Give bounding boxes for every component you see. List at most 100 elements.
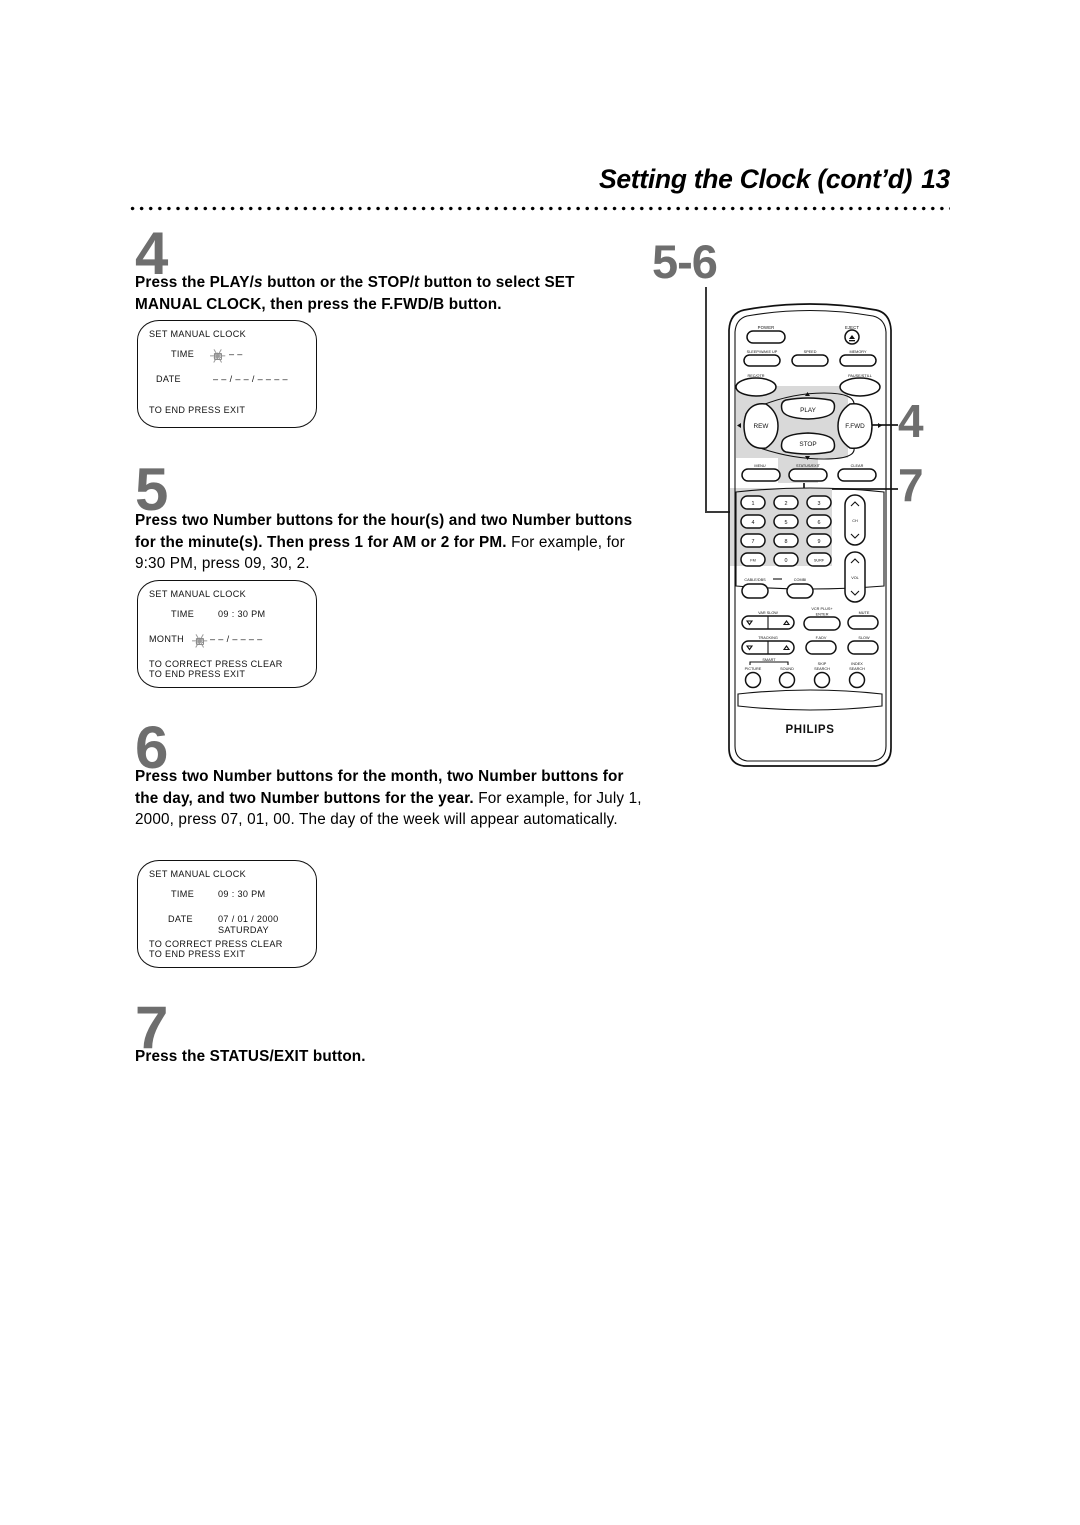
right-arrow-icon	[878, 423, 882, 428]
osd-1-footer: TO END PRESS EXIT	[149, 405, 246, 415]
osd-1-title: SET MANUAL CLOCK	[149, 329, 247, 339]
ffwd-symbol-glyph: B	[433, 295, 445, 313]
bottom-panel	[737, 689, 883, 711]
speed-button[interactable]	[791, 354, 829, 367]
osd-1-time-label: TIME	[171, 349, 195, 359]
keypad-label-2: 2	[785, 501, 788, 507]
osd-3-time-label: TIME	[171, 889, 195, 899]
smart-bracket	[749, 661, 789, 665]
osd-3-title: SET MANUAL CLOCK	[149, 869, 247, 879]
step-4-instruction: Press the PLAY/s button or the STOP/t bu…	[135, 272, 645, 315]
label-stop: STOP	[799, 441, 816, 448]
label-combi: COMBI	[794, 578, 806, 582]
label-index: INDEX	[851, 662, 863, 666]
label-vol: VOL	[851, 576, 859, 580]
step-5-instruction: Press two Number buttons for the hour(s)…	[135, 510, 640, 575]
label-picture: PICTURE	[745, 667, 762, 671]
clear-button[interactable]	[837, 468, 877, 482]
philips-brand-logo: PHILIPS	[786, 724, 835, 736]
osd-2-footer-1: TO CORRECT PRESS CLEAR	[149, 659, 283, 669]
keypad-label-0: 0	[785, 558, 788, 564]
step-4-text-b: button or the STOP/	[262, 274, 415, 291]
label-power: POWER	[758, 325, 775, 330]
keypad-label-9: 9	[818, 539, 821, 545]
osd-3-footer-1: TO CORRECT PRESS CLEAR	[149, 939, 283, 949]
osd-3-date-label: DATE	[168, 914, 193, 924]
page-number: 13	[921, 164, 950, 194]
keypad-label-7: 7	[752, 539, 755, 545]
label-surf: SURF	[814, 559, 825, 563]
combi-button[interactable]	[786, 583, 814, 599]
status-exit-button[interactable]	[788, 468, 828, 482]
label-vcr-plus: VCR PLUS+	[811, 607, 833, 611]
label-ch: CH	[852, 519, 858, 523]
label-sound: SOUND	[780, 667, 794, 671]
step-4-text-d: button.	[444, 295, 502, 313]
page-title: Setting the Clock (cont’d) 13	[599, 164, 950, 195]
page-title-text: Setting the Clock (cont’d)	[598, 164, 913, 194]
keypad-label-4: 4	[752, 520, 755, 526]
blink-indicator-icon	[190, 632, 210, 650]
menu-button[interactable]	[741, 468, 781, 482]
osd-3-weekday-value: SATURDAY	[218, 925, 269, 935]
cable-dbs-button[interactable]	[741, 583, 769, 599]
label-status-exit: STATUS/EXIT	[796, 464, 821, 468]
osd-2-time-label: TIME	[171, 609, 195, 619]
keypad-label-3: 3	[818, 501, 821, 507]
keypad-label-8: 8	[785, 539, 788, 545]
label-index-search: SEARCH	[849, 667, 865, 671]
smart-sound-button[interactable]	[778, 671, 796, 689]
label-sleep-wake-up: SLEEP/WAKE UP	[747, 350, 778, 354]
mute-button[interactable]	[847, 615, 879, 630]
label-eject: EJECT	[845, 325, 859, 330]
label-smart: SMART	[762, 658, 776, 662]
osd-screen-2: SET MANUAL CLOCK TIME 09 : 30 PM MONTH –…	[137, 580, 317, 688]
vcr-plus-enter-button[interactable]	[803, 616, 841, 631]
step-7-instruction: Press the STATUS/EXIT button.	[135, 1048, 366, 1065]
step-6-instruction: Press two Number buttons for the month, …	[135, 766, 645, 831]
memory-button[interactable]	[839, 354, 877, 367]
label-menu: MENU	[754, 464, 765, 468]
osd-3-date-value: 07 / 01 / 2000	[218, 914, 279, 924]
label-tracking: TRACKING	[758, 636, 778, 640]
osd-2-time-value: 09 : 30 PM	[218, 609, 266, 619]
osd-2-month-label: MONTH	[149, 634, 185, 644]
label-play: PLAY	[800, 407, 817, 414]
power-button[interactable]	[746, 330, 786, 344]
callout-steps-5-6: 5-6	[652, 235, 718, 288]
label-rew: REW	[754, 423, 770, 430]
label-fm: FM	[750, 559, 755, 563]
label-f-adv: F.ADV	[816, 636, 827, 640]
osd-3-time-value: 09 : 30 PM	[218, 889, 266, 899]
label-var-slow: VAR SLOW	[758, 611, 778, 615]
f-adv-button[interactable]	[805, 640, 837, 655]
label-skip-search: SEARCH	[814, 667, 830, 671]
label-cable-dbs: CABLE/DBS	[744, 578, 766, 582]
label-enter: ENTER	[816, 613, 829, 617]
label-mute: MUTE	[859, 611, 870, 615]
skip-search-button[interactable]	[813, 671, 831, 689]
osd-screen-1: SET MANUAL CLOCK TIME – – DATE – – / – –…	[137, 320, 317, 428]
osd-2-title: SET MANUAL CLOCK	[149, 589, 247, 599]
pause-still-button[interactable]	[839, 377, 881, 397]
osd-3-footer-2: TO END PRESS EXIT	[149, 949, 246, 959]
play-symbol-glyph: s	[254, 274, 263, 291]
osd-2-month-value: – – / – – – –	[210, 634, 263, 644]
remote-control-illustration: .bd { fill:none; stroke:#111; stroke-wid…	[700, 296, 920, 796]
osd-1-time-value: – –	[229, 349, 243, 359]
label-clear: CLEAR	[851, 464, 864, 468]
keypad-label-5: 5	[785, 520, 788, 526]
osd-screen-3: SET MANUAL CLOCK TIME 09 : 30 PM DATE 07…	[137, 860, 317, 968]
label-speed: SPEED	[804, 350, 817, 354]
osd-2-footer-2: TO END PRESS EXIT	[149, 669, 246, 679]
slow-button[interactable]	[847, 640, 879, 655]
osd-1-date-label: DATE	[156, 374, 181, 384]
step-4-text-a: Press the PLAY/	[135, 274, 255, 291]
sleep-wake-up-button[interactable]	[743, 354, 781, 367]
index-search-button[interactable]	[848, 671, 866, 689]
rec-otr-button[interactable]	[735, 377, 777, 397]
blink-indicator-icon	[208, 347, 228, 365]
smart-picture-button[interactable]	[744, 671, 762, 689]
label-slow: SLOW	[858, 636, 870, 640]
label-memory: MEMORY	[849, 350, 866, 354]
